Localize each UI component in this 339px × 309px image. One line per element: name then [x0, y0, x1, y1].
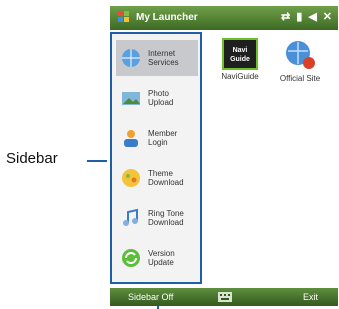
sidebar-item-label: Ring Tone Download	[148, 209, 184, 227]
app-title: My Launcher	[136, 12, 198, 23]
sidebar-callout-label: Sidebar	[6, 150, 58, 167]
exit-softkey[interactable]: Exit	[303, 292, 318, 302]
title-bar: My Launcher ⇄ ▮ ◀ ✕	[110, 6, 338, 30]
sidebar-callout-line	[87, 160, 107, 162]
photo-icon	[122, 92, 140, 105]
windows-logo-icon[interactable]	[118, 11, 130, 23]
status-icons: ⇄ ▮ ◀ ✕	[281, 10, 332, 24]
keyboard-icon[interactable]	[218, 291, 232, 303]
sidebar-item-ring-tone-download[interactable]: Ring Tone Download	[116, 200, 198, 236]
music-icon	[123, 208, 138, 226]
device-screen: My Launcher ⇄ ▮ ◀ ✕ Internet Services Ph…	[110, 6, 338, 306]
app-label: NaviGuide	[221, 72, 259, 81]
app-label: Official Site	[279, 74, 321, 83]
app-naviguide[interactable]: Navi Guide NaviGuide	[212, 38, 268, 81]
sidebar-item-label: Version Update	[148, 249, 175, 267]
official-site-icon	[286, 41, 315, 69]
sidebar-item-member-login[interactable]: Member Login	[116, 120, 198, 156]
sidebar-item-theme-download[interactable]: Theme Download	[116, 160, 198, 196]
sidebar-item-label: Photo Upload	[148, 89, 174, 107]
app-official-site[interactable]: Official Site	[272, 38, 328, 83]
volume-icon[interactable]: ◀	[308, 10, 316, 24]
theme-icon	[122, 169, 140, 187]
globe-icon	[122, 49, 140, 67]
sidebar-item-version-update[interactable]: Version Update	[116, 240, 198, 276]
sidebar: Internet Services Photo Upload Member Lo…	[110, 32, 202, 284]
user-icon	[124, 130, 138, 147]
sidebar-item-internet-services[interactable]: Internet Services	[116, 40, 198, 76]
sidebar-item-label: Member Login	[148, 129, 178, 147]
sync-icon[interactable]: ⇄	[281, 10, 290, 24]
signal-icon[interactable]: ▮	[296, 10, 302, 24]
sidebar-item-photo-upload[interactable]: Photo Upload	[116, 80, 198, 116]
softkey-bar: Sidebar Off Exit	[110, 288, 338, 306]
update-icon	[122, 249, 140, 267]
naviguide-icon: Navi Guide	[222, 38, 258, 70]
close-icon[interactable]: ✕	[323, 10, 332, 24]
sidebar-item-label: Internet Services	[148, 49, 179, 67]
sidebar-off-softkey[interactable]: Sidebar Off	[128, 292, 173, 302]
sidebar-item-label: Theme Download	[148, 169, 184, 187]
app-grid: Navi Guide NaviGuide Official Site	[206, 32, 338, 284]
